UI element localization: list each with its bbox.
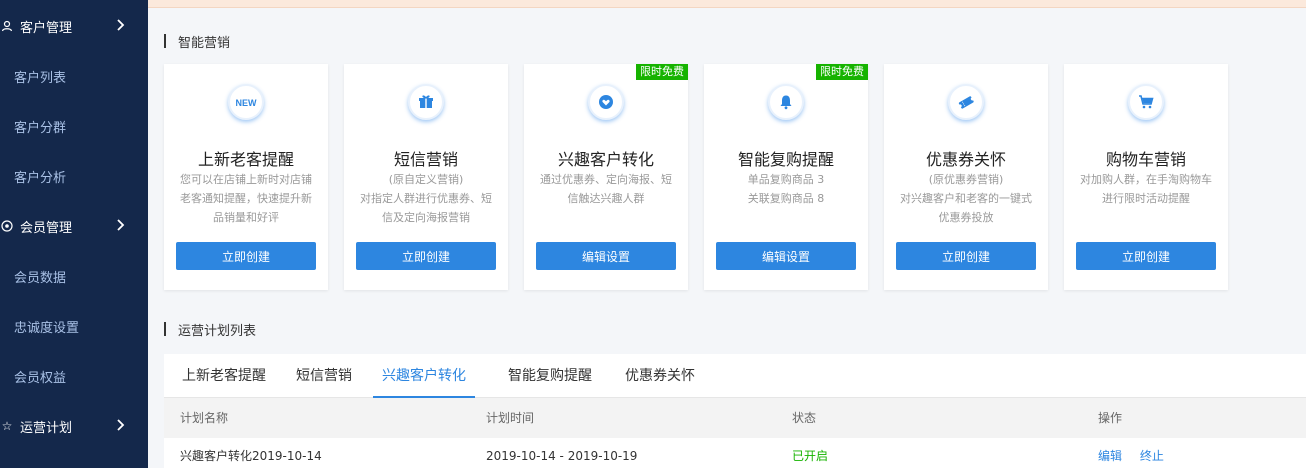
sidebar-item-member-data[interactable]: 会员数据 <box>0 251 148 301</box>
star-icon: ☆ <box>1 419 13 433</box>
user-icon <box>0 19 14 33</box>
svg-text:NEW: NEW <box>236 98 258 108</box>
chevron-right-icon <box>117 19 125 31</box>
sidebar-group-operations[interactable]: ☆ 运营计划 <box>0 401 148 451</box>
section-title-plans: 运营计划列表 <box>164 320 256 339</box>
card-new-arrival-reminder: NEW 上新老客提醒 您可以在店铺上新时对店铺老客通知提醒，快速提升新品销量和好… <box>164 64 328 290</box>
gift-icon <box>408 84 444 120</box>
create-button[interactable]: 立即创建 <box>1076 242 1216 270</box>
card-title: 短信营销 <box>393 150 458 169</box>
cart-icon <box>1128 84 1164 120</box>
sidebar-item-customer-segments[interactable]: 客户分群 <box>0 101 148 151</box>
edit-settings-button[interactable]: 编辑设置 <box>716 242 856 270</box>
notice-banner <box>148 0 1306 8</box>
chevron-right-icon <box>117 419 125 431</box>
section-title-marketing: 智能营销 <box>164 32 230 51</box>
edit-settings-button[interactable]: 编辑设置 <box>536 242 676 270</box>
column-header-plan-name: 计划名称 <box>180 411 229 425</box>
create-button[interactable]: 立即创建 <box>896 242 1036 270</box>
column-header-actions: 操作 <box>1098 411 1123 425</box>
sidebar: 客户管理 客户列表 客户分群 客户分析 会员管理 会员数据 忠诚度设置 会员权益… <box>0 0 148 468</box>
card-description: 单品复购商品 3 关联复购商品 8 <box>747 173 825 205</box>
plan-list-panel: 上新老客提醒 短信营销 兴趣客户转化 智能复购提醒 优惠券关怀 计划名称 计划时… <box>164 354 1306 468</box>
new-badge-icon: NEW <box>228 84 264 120</box>
card-title: 兴趣客户转化 <box>557 150 654 169</box>
card-title: 购物车营销 <box>1105 150 1186 169</box>
sidebar-group-customer[interactable]: 客户管理 <box>0 1 148 51</box>
card-title: 优惠券关怀 <box>925 150 1006 169</box>
sidebar-item-customer-list[interactable]: 客户列表 <box>0 51 148 101</box>
tab-sms-marketing[interactable]: 短信营销 <box>288 354 360 398</box>
column-header-status: 状态 <box>792 411 817 425</box>
card-description: 您可以在店铺上新时对店铺老客通知提醒，快速提升新品销量和好评 <box>180 173 312 224</box>
card-title: 上新老客提醒 <box>197 150 294 169</box>
table-row: 兴趣客户转化2019-10-14 2019-10-14 - 2019-10-19… <box>164 438 1306 468</box>
free-badge: 限时免费 <box>636 64 688 80</box>
plan-time-cell: 2019-10-14 - 2019-10-19 <box>486 449 638 463</box>
card-sms-marketing: 短信营销 (原自定义营销) 对指定人群进行优惠券、短信及定向海报营销 立即创建 <box>344 64 508 290</box>
card-description: 通过优惠券、定向海报、短信触达兴趣人群 <box>540 173 672 205</box>
card-cart-marketing: 购物车营销 对加购人群，在手淘购物车进行限时活动提醒 立即创建 <box>1064 64 1228 290</box>
sidebar-group-label: 会员管理 <box>20 220 73 236</box>
card-title: 智能复购提醒 <box>737 150 834 169</box>
heart-icon <box>588 84 624 120</box>
create-button[interactable]: 立即创建 <box>356 242 496 270</box>
card-description: 对加购人群，在手淘购物车进行限时活动提醒 <box>1080 173 1212 205</box>
tab-coupon-care[interactable]: 优惠券关怀 <box>622 354 698 398</box>
tab-interest-conversion[interactable]: 兴趣客户转化 <box>373 354 475 398</box>
tab-new-arrival-reminder[interactable]: 上新老客提醒 <box>180 354 268 398</box>
edit-link[interactable]: 编辑 <box>1098 449 1122 463</box>
plan-name-cell: 兴趣客户转化2019-10-14 <box>180 449 322 463</box>
sidebar-item-customer-analysis[interactable]: 客户分析 <box>0 151 148 201</box>
create-button[interactable]: 立即创建 <box>176 242 316 270</box>
chevron-right-icon <box>117 219 125 231</box>
sidebar-item-loyalty-settings[interactable]: 忠诚度设置 <box>0 301 148 351</box>
main-content: 智能营销 NEW 上新老客提醒 您可以在店铺上新时对店铺老客通知提醒，快速提升新… <box>148 8 1306 468</box>
bell-icon <box>768 84 804 120</box>
card-coupon-care: 优惠券关怀 (原优惠券营销) 对兴趣客户和老客的一键式优惠券投放 立即创建 <box>884 64 1048 290</box>
sidebar-item-member-benefits[interactable]: 会员权益 <box>0 351 148 401</box>
status-badge: 已开启 <box>792 449 829 463</box>
tab-smart-repurchase[interactable]: 智能复购提醒 <box>502 354 598 398</box>
sidebar-group-label: 运营计划 <box>20 420 73 436</box>
settings-circle-icon <box>0 219 14 233</box>
card-description: (原优惠券营销) 对兴趣客户和老客的一键式优惠券投放 <box>900 173 1032 224</box>
column-header-plan-time: 计划时间 <box>486 411 535 425</box>
terminate-link[interactable]: 终止 <box>1140 449 1164 463</box>
ticket-icon <box>948 84 984 120</box>
card-interest-conversion: 限时免费 兴趣客户转化 通过优惠券、定向海报、短信触达兴趣人群 编辑设置 <box>524 64 688 290</box>
card-smart-repurchase: 限时免费 智能复购提醒 单品复购商品 3 关联复购商品 8 编辑设置 <box>704 64 868 290</box>
plan-tabs: 上新老客提醒 短信营销 兴趣客户转化 智能复购提醒 优惠券关怀 <box>164 354 1306 398</box>
sidebar-group-label: 客户管理 <box>20 20 73 36</box>
table-header: 计划名称 计划时间 状态 操作 <box>164 398 1306 438</box>
sidebar-group-member[interactable]: 会员管理 <box>0 201 148 251</box>
free-badge: 限时免费 <box>816 64 868 80</box>
actions-cell: 编辑 终止 <box>1098 438 1178 468</box>
card-description: (原自定义营销) 对指定人群进行优惠券、短信及定向海报营销 <box>360 173 492 224</box>
